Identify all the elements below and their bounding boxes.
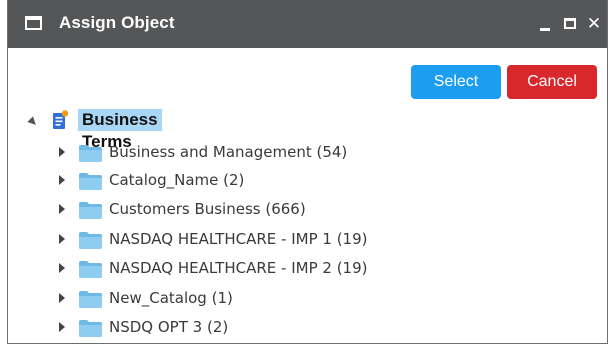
dialog-title: Assign Object xyxy=(59,13,175,32)
minimize-icon[interactable] xyxy=(539,14,553,34)
tree-node-label: New_Catalog (1) xyxy=(109,289,233,307)
folder-icon xyxy=(79,202,102,219)
tree-node-label: Catalog_Name (2) xyxy=(109,171,245,189)
folder-icon xyxy=(79,232,102,249)
expand-arrow-icon[interactable] xyxy=(59,263,65,273)
folder-icon xyxy=(79,145,102,162)
folder-icon xyxy=(79,173,102,190)
tree-node-label: NASDAQ HEALTHCARE - IMP 2 (19) xyxy=(109,259,368,277)
tree-node[interactable]: Customers Business (666) xyxy=(8,197,428,223)
close-icon[interactable]: ✕ xyxy=(586,14,602,34)
window-icon xyxy=(25,16,42,30)
folder-icon xyxy=(79,261,102,278)
cancel-button[interactable]: Cancel xyxy=(507,65,597,99)
folder-icon xyxy=(79,320,102,337)
tree-node[interactable]: Business and Management (54) xyxy=(8,140,428,166)
title-bar[interactable]: Assign Object ✕ xyxy=(8,0,607,48)
tree-root-label[interactable]: Business Terms xyxy=(78,109,162,151)
tree-node[interactable]: NSDQ OPT 3 (2) xyxy=(8,315,428,341)
expand-arrow-icon[interactable] xyxy=(59,147,65,157)
tree-node[interactable]: New_Catalog (1) xyxy=(8,286,428,312)
expand-arrow-icon[interactable] xyxy=(59,234,65,244)
select-button[interactable]: Select xyxy=(411,65,501,99)
expand-arrow-icon[interactable] xyxy=(59,175,65,185)
document-icon xyxy=(53,110,68,129)
assign-object-dialog: Assign Object ✕ Select Cancel Business T… xyxy=(7,0,608,344)
tree-node-label: NSDQ OPT 3 (2) xyxy=(109,318,229,336)
maximize-icon[interactable] xyxy=(563,14,579,34)
tree-node-label: Business and Management (54) xyxy=(109,143,348,161)
tree-node-label: NASDAQ HEALTHCARE - IMP 1 (19) xyxy=(109,230,368,248)
tree-node[interactable]: NASDAQ HEALTHCARE - IMP 2 (19) xyxy=(8,256,428,282)
folder-icon xyxy=(79,291,102,308)
expand-arrow-icon[interactable] xyxy=(59,293,65,303)
collapse-arrow-icon[interactable] xyxy=(27,116,39,128)
expand-arrow-icon[interactable] xyxy=(59,204,65,214)
expand-arrow-icon[interactable] xyxy=(59,322,65,332)
tree-node[interactable]: Catalog_Name (2) xyxy=(8,168,428,194)
tree-node-label: Customers Business (666) xyxy=(109,200,306,218)
tree-node[interactable]: NASDAQ HEALTHCARE - IMP 1 (19) xyxy=(8,227,428,253)
